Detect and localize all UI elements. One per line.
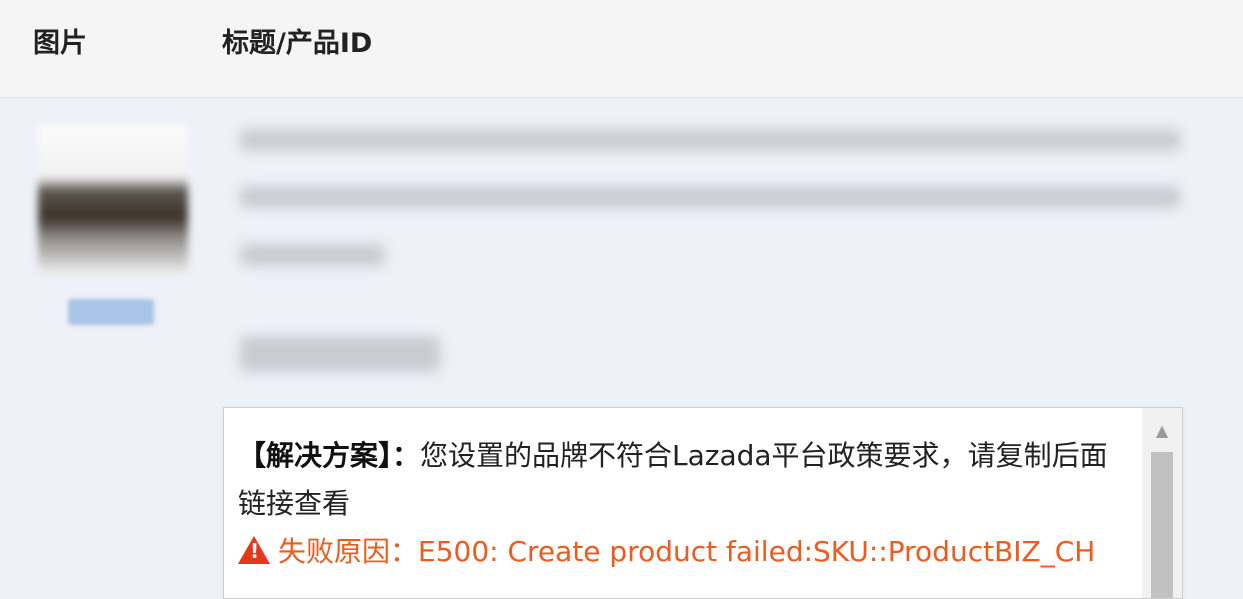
blurred-title-line (240, 129, 1180, 151)
warning-triangle-icon (238, 536, 270, 564)
blurred-product-id (240, 336, 440, 372)
table-header: 图片 标题/产品ID (0, 0, 1243, 98)
column-header-image: 图片 (33, 28, 87, 59)
product-status-badge (68, 299, 154, 325)
scroll-up-arrow-icon[interactable]: ▲ (1142, 408, 1182, 448)
vertical-scrollbar[interactable]: ▲ (1142, 408, 1182, 598)
failure-reason-line: 失败原因：E500: Create product failed:SKU::Pr… (238, 528, 1130, 576)
scrollbar-thumb[interactable] (1151, 452, 1173, 598)
blurred-title-line (240, 186, 1180, 208)
solution-label: 【解决方案】： (238, 439, 421, 472)
blurred-title-line (240, 244, 385, 266)
table-row[interactable]: 【解决方案】：您设置的品牌不符合Lazada平台政策要求，请复制后面链接查看 失… (0, 98, 1243, 599)
failure-text: E500: Create product failed:SKU::Product… (418, 535, 1096, 568)
column-header-title-product-id: 标题/产品ID (222, 28, 373, 59)
product-thumbnail[interactable] (38, 124, 188, 274)
failure-label: 失败原因： (278, 535, 419, 568)
error-message-box[interactable]: 【解决方案】：您设置的品牌不符合Lazada平台政策要求，请复制后面链接查看 失… (223, 407, 1183, 599)
error-message-content: 【解决方案】：您设置的品牌不符合Lazada平台政策要求，请复制后面链接查看 失… (238, 432, 1130, 576)
